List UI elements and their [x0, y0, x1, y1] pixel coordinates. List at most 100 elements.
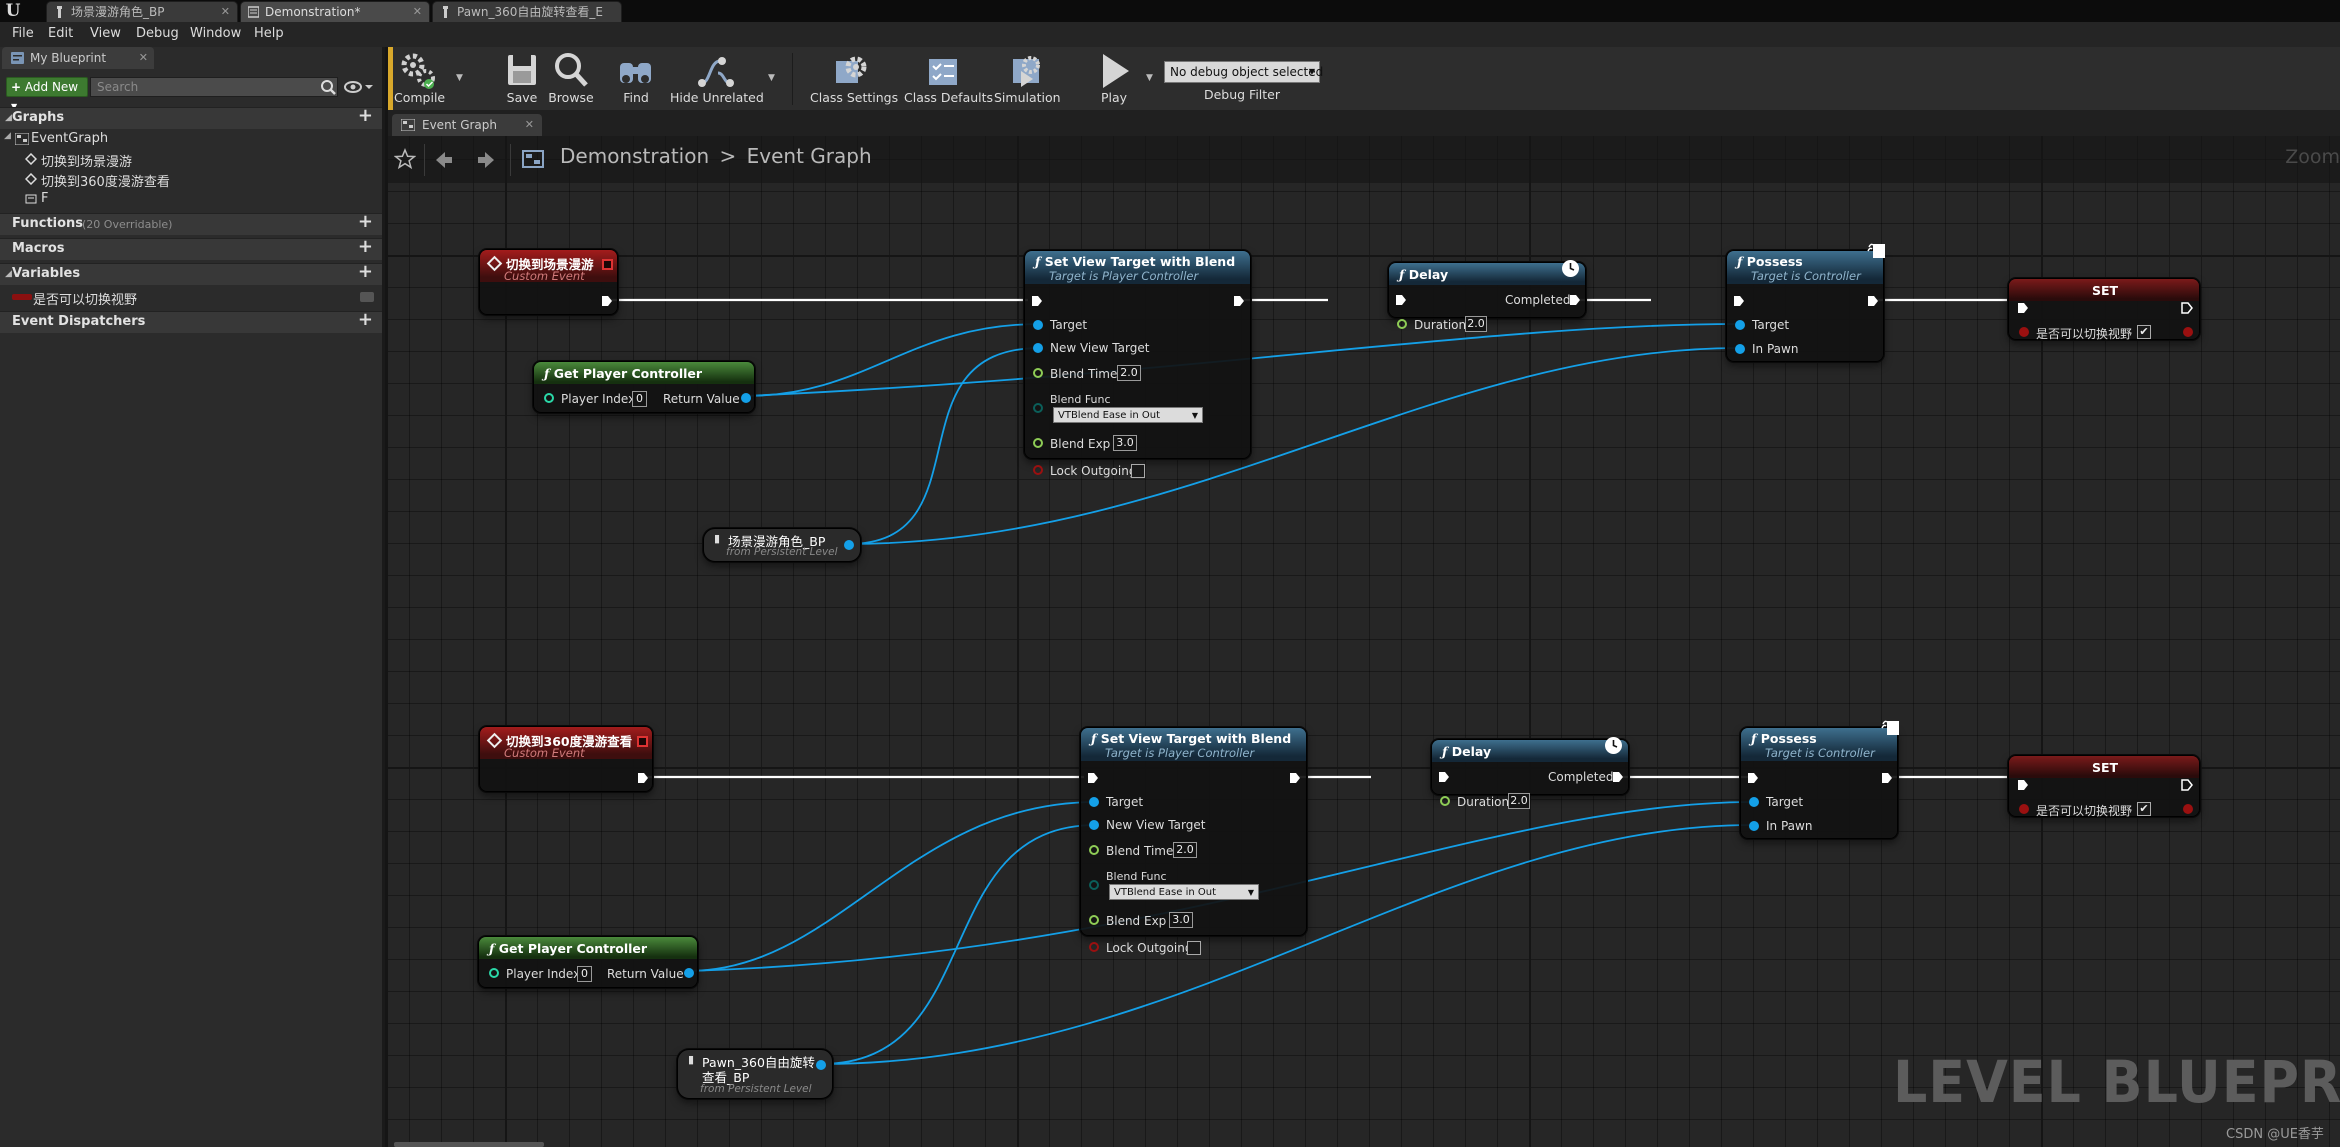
bool-output-pin[interactable] [2183, 327, 2193, 337]
possess-node[interactable]: ƒ Possess Target is Controller Target In… [1740, 720, 1899, 839]
blend-exp-input[interactable]: 3.0 [1169, 912, 1193, 928]
blend-time-input[interactable]: 2.0 [1173, 842, 1197, 858]
find-button[interactable]: Find [614, 49, 658, 109]
new-view-target-pin[interactable] [1089, 820, 1099, 830]
blend-time-pin[interactable] [1089, 845, 1099, 855]
exec-in-pin[interactable] [1087, 772, 1099, 784]
exec-out-pin[interactable] [637, 772, 649, 784]
completed-exec-out-pin[interactable] [1612, 771, 1624, 783]
eye-icon[interactable] [343, 78, 373, 96]
blend-exp-input[interactable]: 3.0 [1113, 435, 1137, 451]
forward-arrow-icon[interactable] [476, 150, 496, 170]
actor-output-pin[interactable] [844, 540, 854, 550]
breadcrumb-root[interactable]: Demonstration [560, 144, 709, 168]
tree-item-event-360-view[interactable]: 切换到360度漫游查看 [25, 171, 170, 190]
functions-section-header[interactable]: Functions (20 Overridable) + [0, 212, 382, 235]
exec-out-pin[interactable] [1233, 295, 1245, 307]
delay-node[interactable]: ƒ Delay Completed Duration 2.0 [1431, 737, 1629, 809]
tab-event-graph[interactable]: Event Graph ✕ [392, 114, 542, 136]
bool-value-checkbox[interactable]: ✔ [2137, 802, 2151, 816]
player-index-pin[interactable] [544, 393, 554, 403]
add-macro-icon[interactable]: + [358, 237, 373, 257]
player-index-pin[interactable] [489, 968, 499, 978]
lock-outgoing-pin[interactable] [1033, 465, 1043, 475]
target-pin[interactable] [1735, 320, 1745, 330]
search-input[interactable] [90, 77, 338, 97]
tab-pawn-360-bp[interactable]: Pawn_360自由旋转查看_E [432, 1, 622, 22]
bool-output-pin[interactable] [2183, 804, 2193, 814]
graphs-section-header[interactable]: ◢ Graphs + [0, 106, 382, 129]
event-graph-canvas[interactable]: Demonstration > Event Graph Zoom 切换到场景漫游… [388, 136, 2340, 1147]
player-index-input[interactable]: 0 [632, 391, 647, 407]
event-delegate-pin[interactable] [602, 259, 613, 270]
class-settings-button[interactable]: Class Settings [810, 49, 898, 109]
tree-item-eventgraph[interactable]: EventGraph ◢ [4, 131, 108, 146]
tab-scene-roam-bp[interactable]: 场景漫游角色_BP ✕ [46, 1, 238, 22]
exec-out-pin[interactable] [1867, 295, 1879, 307]
set-view-target-with-blend-node[interactable]: ƒ Set View Target with Blend Target is P… [1024, 250, 1251, 478]
possess-node[interactable]: ƒ Possess Target is Controller Target In… [1726, 243, 1885, 362]
add-function-icon[interactable]: + [358, 212, 373, 232]
back-arrow-icon[interactable] [434, 150, 454, 170]
exec-in-pin[interactable] [2017, 779, 2029, 791]
close-icon[interactable]: ✕ [221, 2, 230, 22]
bool-value-checkbox[interactable]: ✔ [2137, 325, 2151, 339]
exec-in-pin[interactable] [1031, 295, 1043, 307]
exec-out-pin[interactable] [1289, 772, 1301, 784]
exec-in-pin[interactable] [2017, 302, 2029, 314]
duration-input[interactable]: 2.0 [1508, 793, 1530, 809]
exec-in-pin[interactable] [1395, 294, 1407, 306]
simulation-button[interactable]: Simulation [994, 49, 1061, 109]
search-icon[interactable] [320, 79, 336, 95]
menu-view[interactable]: View [90, 26, 121, 41]
event-dispatchers-section-header[interactable]: Event Dispatchers + [0, 310, 382, 333]
browse-button[interactable]: Browse [545, 49, 597, 109]
blend-time-input[interactable]: 2.0 [1117, 365, 1141, 381]
actor-reference-node[interactable]: ▮ 场景漫游角色_BP from Persistent Level [703, 528, 861, 562]
actor-output-pin[interactable] [816, 1060, 826, 1070]
add-graph-icon[interactable]: + [358, 106, 373, 126]
target-pin[interactable] [1033, 320, 1043, 330]
return-value-pin[interactable] [684, 968, 694, 978]
return-value-pin[interactable] [741, 393, 751, 403]
event-delegate-pin[interactable] [637, 736, 648, 747]
horizontal-scrollbar[interactable] [394, 1142, 544, 1147]
player-index-input[interactable]: 0 [577, 966, 592, 982]
exec-in-pin[interactable] [1747, 772, 1759, 784]
variable-row[interactable]: 是否可以切换视野 [0, 287, 382, 308]
blend-func-select[interactable]: VTBlend Ease in Out ▼ [1109, 884, 1259, 900]
exec-out-pin[interactable] [1881, 772, 1893, 784]
tree-item-event-scene-roam[interactable]: 切换到场景漫游 [25, 151, 132, 170]
custom-event-node-360-view[interactable]: 切换到360度漫游查看 Custom Event [479, 726, 653, 792]
variable-visibility-icon[interactable] [360, 292, 374, 302]
play-button[interactable]: Play [1088, 49, 1140, 109]
target-pin[interactable] [1089, 797, 1099, 807]
menu-debug[interactable]: Debug [136, 26, 179, 41]
bool-input-pin[interactable] [2019, 327, 2029, 337]
blend-func-pin[interactable] [1089, 880, 1099, 890]
blend-exp-pin[interactable] [1089, 915, 1099, 925]
add-new-button[interactable]: + Add New ▼ [6, 77, 88, 111]
save-button[interactable]: Save [500, 49, 544, 109]
lock-outgoing-checkbox[interactable] [1187, 941, 1201, 955]
lock-outgoing-checkbox[interactable] [1131, 464, 1145, 478]
add-dispatcher-icon[interactable]: + [358, 310, 373, 330]
delay-node[interactable]: ƒ Delay Completed Duration 2.0 [1388, 260, 1586, 332]
star-icon[interactable] [394, 148, 416, 170]
actor-reference-node[interactable]: ▮ Pawn_360自由旋转 查看_BP from Persistent Lev… [677, 1049, 833, 1099]
duration-input[interactable]: 2.0 [1465, 316, 1487, 332]
close-icon[interactable]: ✕ [139, 47, 148, 69]
add-variable-icon[interactable]: + [358, 262, 373, 282]
class-defaults-button[interactable]: Class Defaults [904, 49, 993, 109]
close-icon[interactable]: ✕ [525, 114, 534, 136]
tree-item-event-f[interactable]: F [25, 191, 48, 206]
custom-event-node-scene-roam[interactable]: 切换到场景漫游 Custom Event [479, 249, 618, 315]
set-variable-node[interactable]: SET 是否可以切换视野 ✔ [2008, 755, 2200, 818]
menu-window[interactable]: Window [190, 26, 241, 41]
new-view-target-pin[interactable] [1033, 343, 1043, 353]
exec-out-pin[interactable] [601, 295, 613, 307]
duration-pin[interactable] [1397, 319, 1407, 329]
compile-options-chevron-icon[interactable]: ▼ [456, 73, 463, 83]
exec-in-pin[interactable] [1733, 295, 1745, 307]
blend-time-pin[interactable] [1033, 368, 1043, 378]
